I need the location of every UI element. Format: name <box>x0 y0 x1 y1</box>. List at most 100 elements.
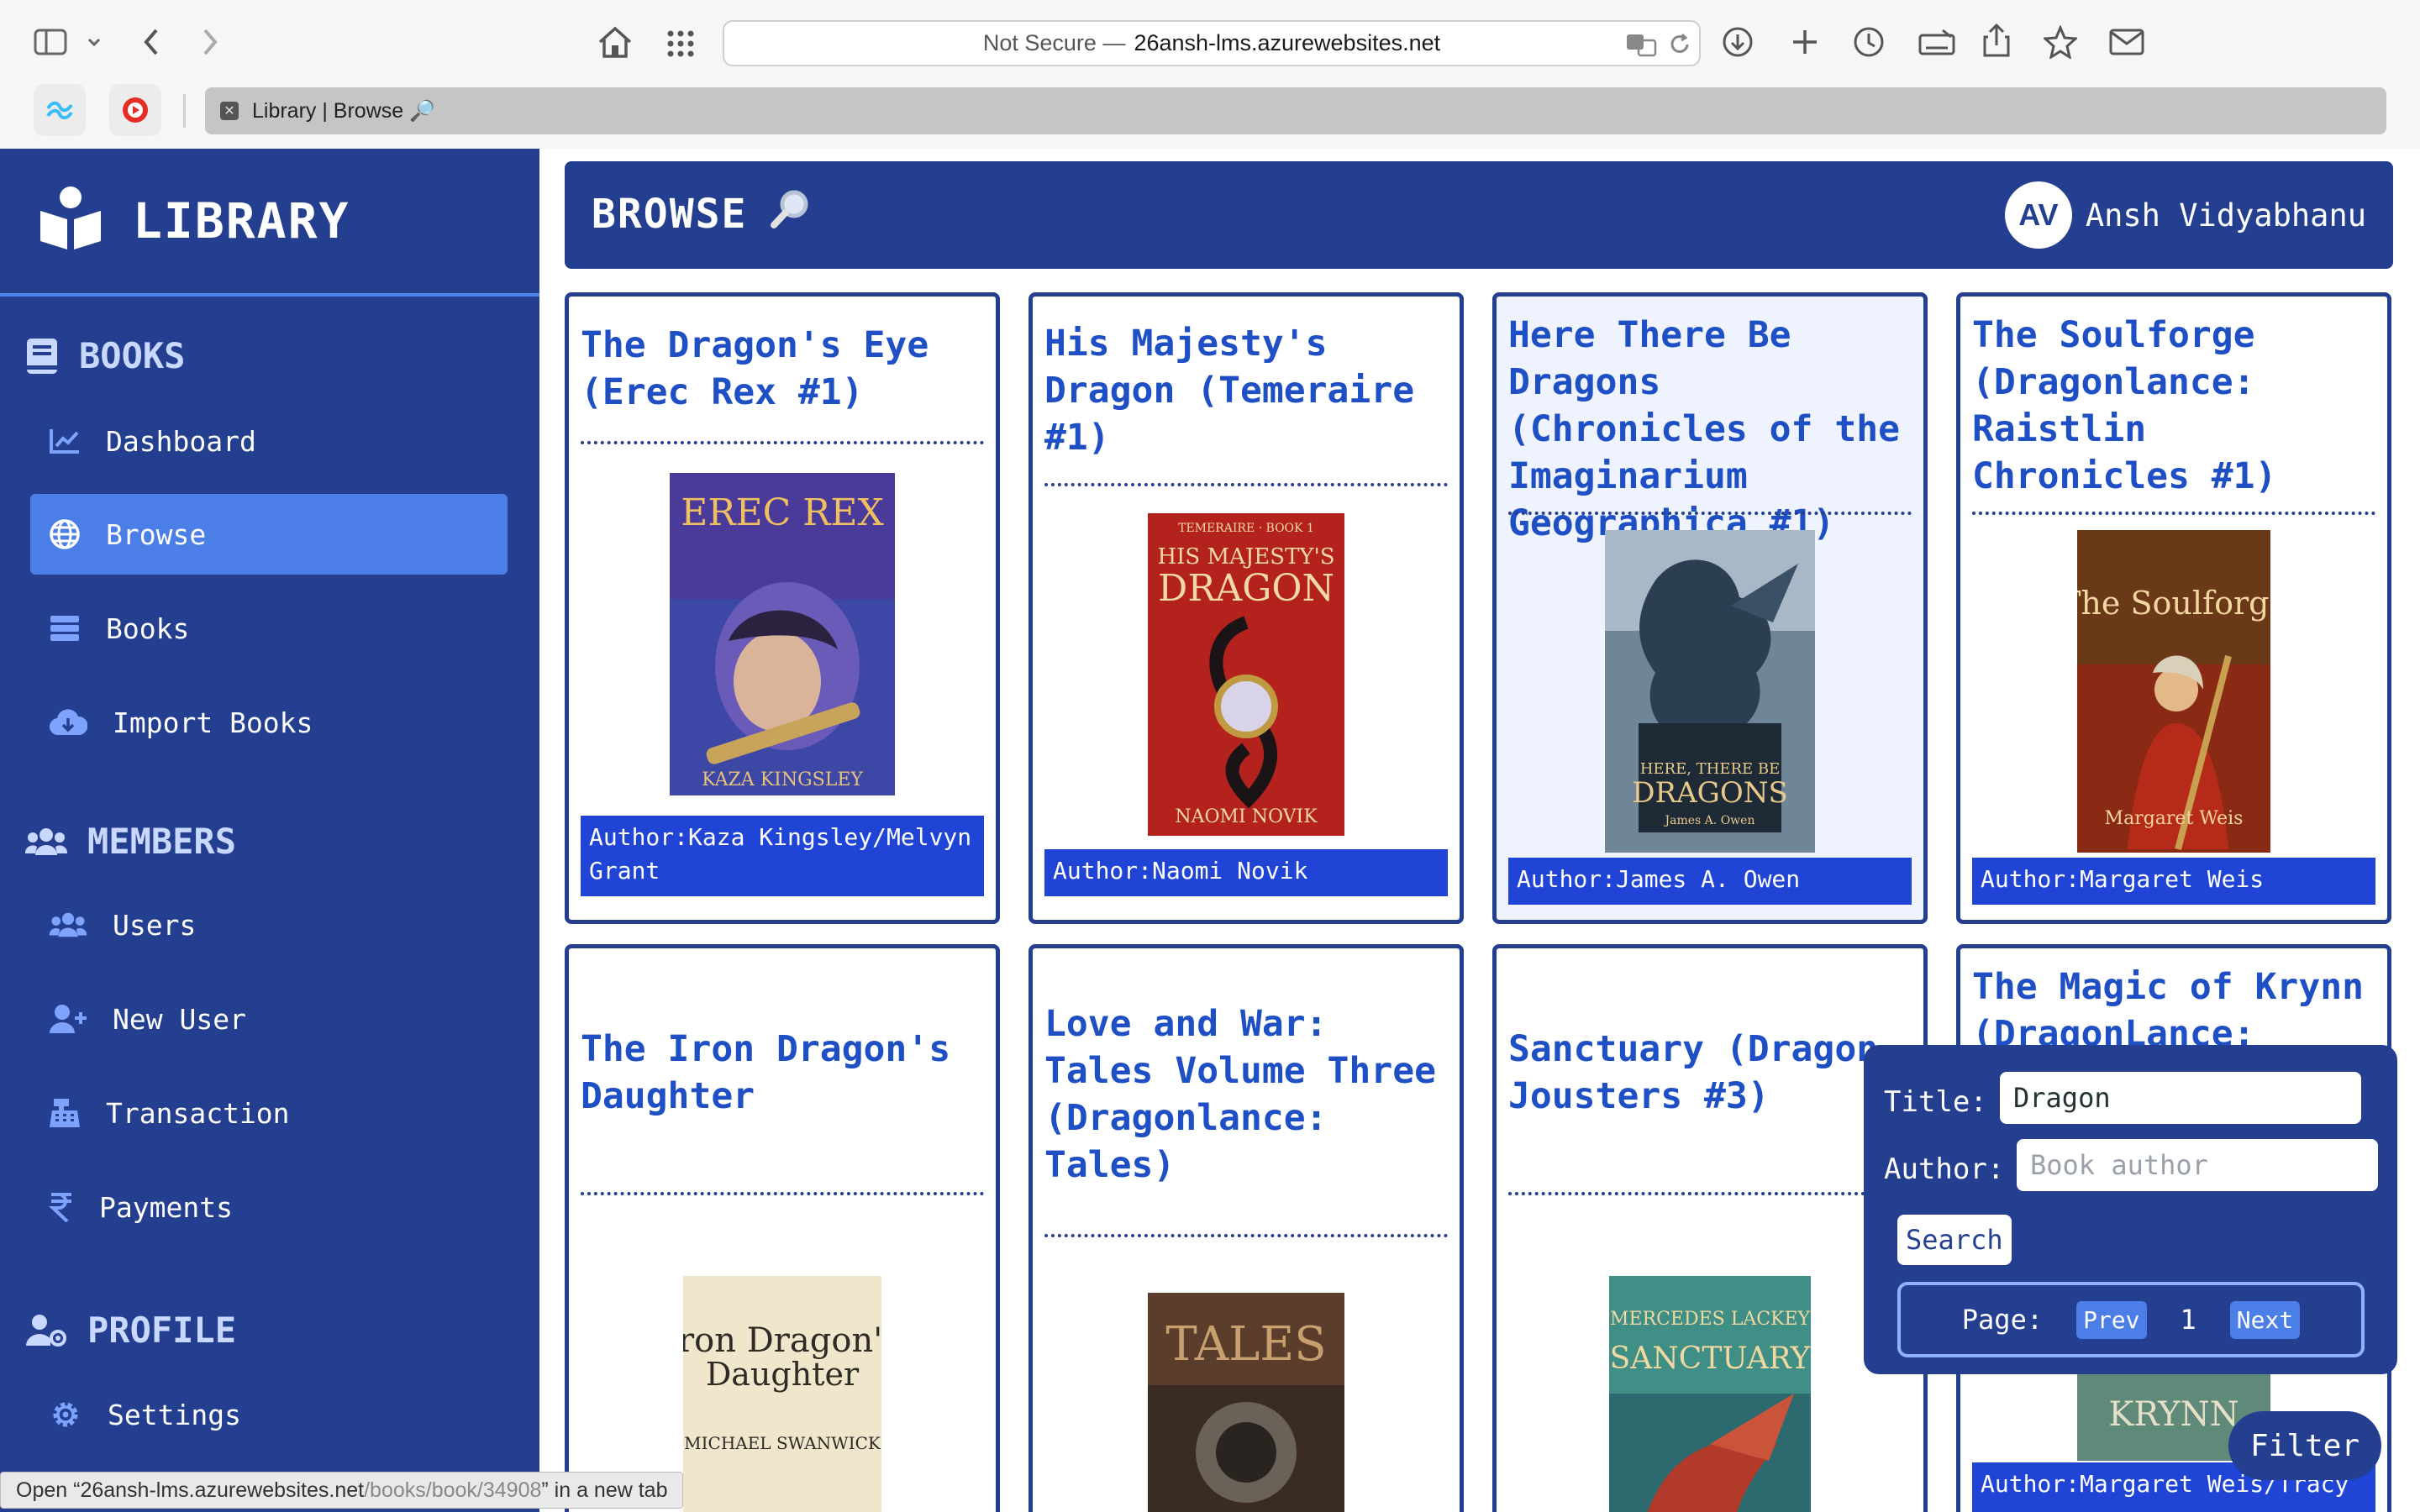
tab-strip: ✕ Library | Browse 🔎 <box>205 87 2386 134</box>
home-icon[interactable] <box>597 25 634 59</box>
user-badge[interactable]: AV Ansh Vidyabhanu <box>2004 181 2366 249</box>
sidebar-item-label: Books <box>106 612 190 645</box>
sidebar-item-users[interactable]: Users <box>30 885 508 965</box>
book-author: Author:Kaza Kingsley/Melvyn Grant <box>581 816 984 896</box>
svg-text:Daughter: Daughter <box>706 1356 860 1393</box>
sidebar-item-label: Payments <box>99 1190 233 1224</box>
sidebar-item-settings[interactable]: Settings <box>30 1374 508 1455</box>
close-tab-icon[interactable]: ✕ <box>220 102 239 120</box>
title-filter-input[interactable] <box>2000 1072 2361 1124</box>
sidebar-item-label: Browse <box>106 517 207 551</box>
new-tab-icon[interactable] <box>1790 27 1820 57</box>
reader-icon[interactable] <box>1918 27 1956 57</box>
book-cover[interactable]: TALES <box>1148 1293 1344 1512</box>
reload-icon[interactable] <box>1667 32 1692 57</box>
cover-title-line2: DRAGON <box>1158 567 1334 610</box>
search-button[interactable]: Search <box>1897 1215 2012 1265</box>
translate-icon[interactable] <box>1625 32 1659 57</box>
rupee-icon <box>49 1193 71 1222</box>
youtube-favicon-icon[interactable] <box>109 84 161 136</box>
book-author: Author:Margaret Weis <box>1972 858 2375 905</box>
apps-grid-icon[interactable] <box>664 27 697 60</box>
next-page-button[interactable]: Next <box>2229 1300 2301 1339</box>
prev-page-button[interactable]: Prev <box>2076 1300 2147 1339</box>
book-title[interactable]: Love and War: Tales Volume Three (Dragon… <box>1044 1000 1448 1189</box>
book-cover[interactable]: HERE, THERE BE DRAGONS James A. Owen <box>1605 530 1815 853</box>
cover-author: MERCEDES LACKEY <box>1610 1309 1811 1330</box>
section-members: MEMBERS <box>25 821 236 862</box>
cover-title: EREC REX <box>681 491 884 534</box>
sidebar: LIBRARY BOOKS Dashboard Browse Books Imp… <box>0 149 539 1512</box>
brand[interactable]: LIBRARY <box>0 149 539 297</box>
tab-title: Library | Browse 🔎 <box>252 98 436 123</box>
book-card[interactable]: Sanctuary (Dragon Jousters #3) MERCEDES … <box>1492 944 1928 1512</box>
section-profile: PROFILE <box>25 1310 236 1351</box>
page-title: BROWSE <box>592 188 811 240</box>
pagination: Page: Prev 1 Next <box>1897 1282 2365 1357</box>
link-status-bar: Open “ 26ansh-lms.azurewebsites.net /boo… <box>0 1472 684 1509</box>
sidebar-toggle-icon[interactable] <box>34 29 67 55</box>
book-card[interactable]: Here There Be Dragons (Chronicles of the… <box>1492 292 1928 924</box>
book-card[interactable]: The Iron Dragon's Daughter Iron Dragon's… <box>565 944 1000 1512</box>
svg-text:DRAGONS: DRAGONS <box>1632 776 1788 810</box>
book-card[interactable]: The Soulforge (Dragonlance: Raistlin Chr… <box>1956 292 2391 924</box>
book-title[interactable]: Sanctuary (Dragon Jousters #3) <box>1508 1026 1912 1120</box>
book-title[interactable]: His Majesty's Dragon (Temeraire #1) <box>1044 320 1448 461</box>
user-plus-icon <box>50 1005 87 1033</box>
book-title[interactable]: The Dragon's Eye (Erec Rex #1) <box>581 322 984 416</box>
history-icon[interactable] <box>1852 25 1886 59</box>
magnifier-icon <box>769 188 811 240</box>
book-card[interactable]: Love and War: Tales Volume Three (Dragon… <box>1028 944 1464 1512</box>
user-name: Ansh Vidyabhanu <box>2085 197 2366 234</box>
chart-line-icon <box>50 429 79 454</box>
cover-author: KAZA KINGSLEY <box>702 769 863 790</box>
book-title[interactable]: The Soulforge (Dragonlance: Raistlin Chr… <box>1972 312 2375 500</box>
book-cover[interactable]: Iron Dragon's Daughter MICHAEL SWANWICK <box>683 1276 881 1512</box>
book-cover[interactable]: TEMERAIRE · BOOK 1 HIS MAJESTY'S DRAGON … <box>1148 513 1344 836</box>
book-reader-icon <box>39 186 103 255</box>
users-icon <box>49 912 87 937</box>
book-card[interactable]: His Majesty's Dragon (Temeraire #1) TEME… <box>1028 292 1464 924</box>
book-cover[interactable]: The Soulforge Margaret Weis <box>2077 530 2270 853</box>
cover-title: KRYNN <box>2108 1395 2238 1434</box>
gear-icon <box>53 1402 78 1427</box>
database-icon <box>50 616 79 641</box>
book-title[interactable]: The Iron Dragon's Daughter <box>581 1026 984 1120</box>
mail-icon[interactable] <box>2109 29 2144 55</box>
cloud-download-icon <box>50 709 87 736</box>
book-cover[interactable]: EREC REX KAZA KINGSLEY <box>670 473 895 795</box>
divider <box>1508 512 1912 515</box>
chevron-down-icon[interactable] <box>86 34 103 50</box>
sidebar-item-dashboard[interactable]: Dashboard <box>30 401 508 481</box>
avatar[interactable]: AV <box>2004 181 2072 249</box>
sidebar-item-import-books[interactable]: Import Books <box>30 682 508 763</box>
not-secure-label: Not Secure — <box>982 30 1126 55</box>
tailwind-favicon-icon[interactable] <box>34 84 86 136</box>
title-filter-label: Title: <box>1884 1085 1987 1119</box>
download-icon[interactable] <box>1721 25 1754 59</box>
sidebar-item-label: Settings <box>108 1398 241 1431</box>
sidebar-item-label: Import Books <box>113 706 313 739</box>
sidebar-item-new-user[interactable]: New User <box>30 979 508 1059</box>
sidebar-item-transaction[interactable]: Transaction <box>30 1073 508 1153</box>
book-card[interactable]: The Dragon's Eye (Erec Rex #1) EREC REX … <box>565 292 1000 924</box>
sidebar-item-label: Users <box>113 908 197 942</box>
sidebar-item-payments[interactable]: Payments <box>30 1167 508 1247</box>
divider <box>581 1192 984 1195</box>
tab-library-browse[interactable]: ✕ Library | Browse 🔎 <box>220 87 435 134</box>
author-filter-input[interactable] <box>2017 1139 2378 1191</box>
svg-text:Iron Dragon's: Iron Dragon's <box>683 1321 881 1360</box>
share-icon[interactable] <box>1981 22 2012 59</box>
url-host: 26ansh-lms.azurewebsites.net <box>1134 30 1441 55</box>
book-author: Author:James A. Owen <box>1508 858 1912 905</box>
back-icon[interactable] <box>139 25 163 59</box>
book-cover[interactable]: MERCEDES LACKEY SANCTUARY <box>1609 1276 1811 1512</box>
sidebar-item-books[interactable]: Books <box>30 588 508 669</box>
bookmark-star-icon[interactable] <box>2044 25 2077 59</box>
user-cog-icon <box>26 1314 66 1347</box>
forward-icon[interactable] <box>198 25 222 59</box>
address-bar[interactable]: Not Secure — 26ansh-lms.azurewebsites.ne… <box>723 20 1701 66</box>
svg-text:TEMERAIRE · BOOK 1: TEMERAIRE · BOOK 1 <box>1178 522 1314 535</box>
filter-toggle-button[interactable]: Filter <box>2228 1411 2381 1480</box>
sidebar-item-browse[interactable]: Browse <box>30 494 508 575</box>
